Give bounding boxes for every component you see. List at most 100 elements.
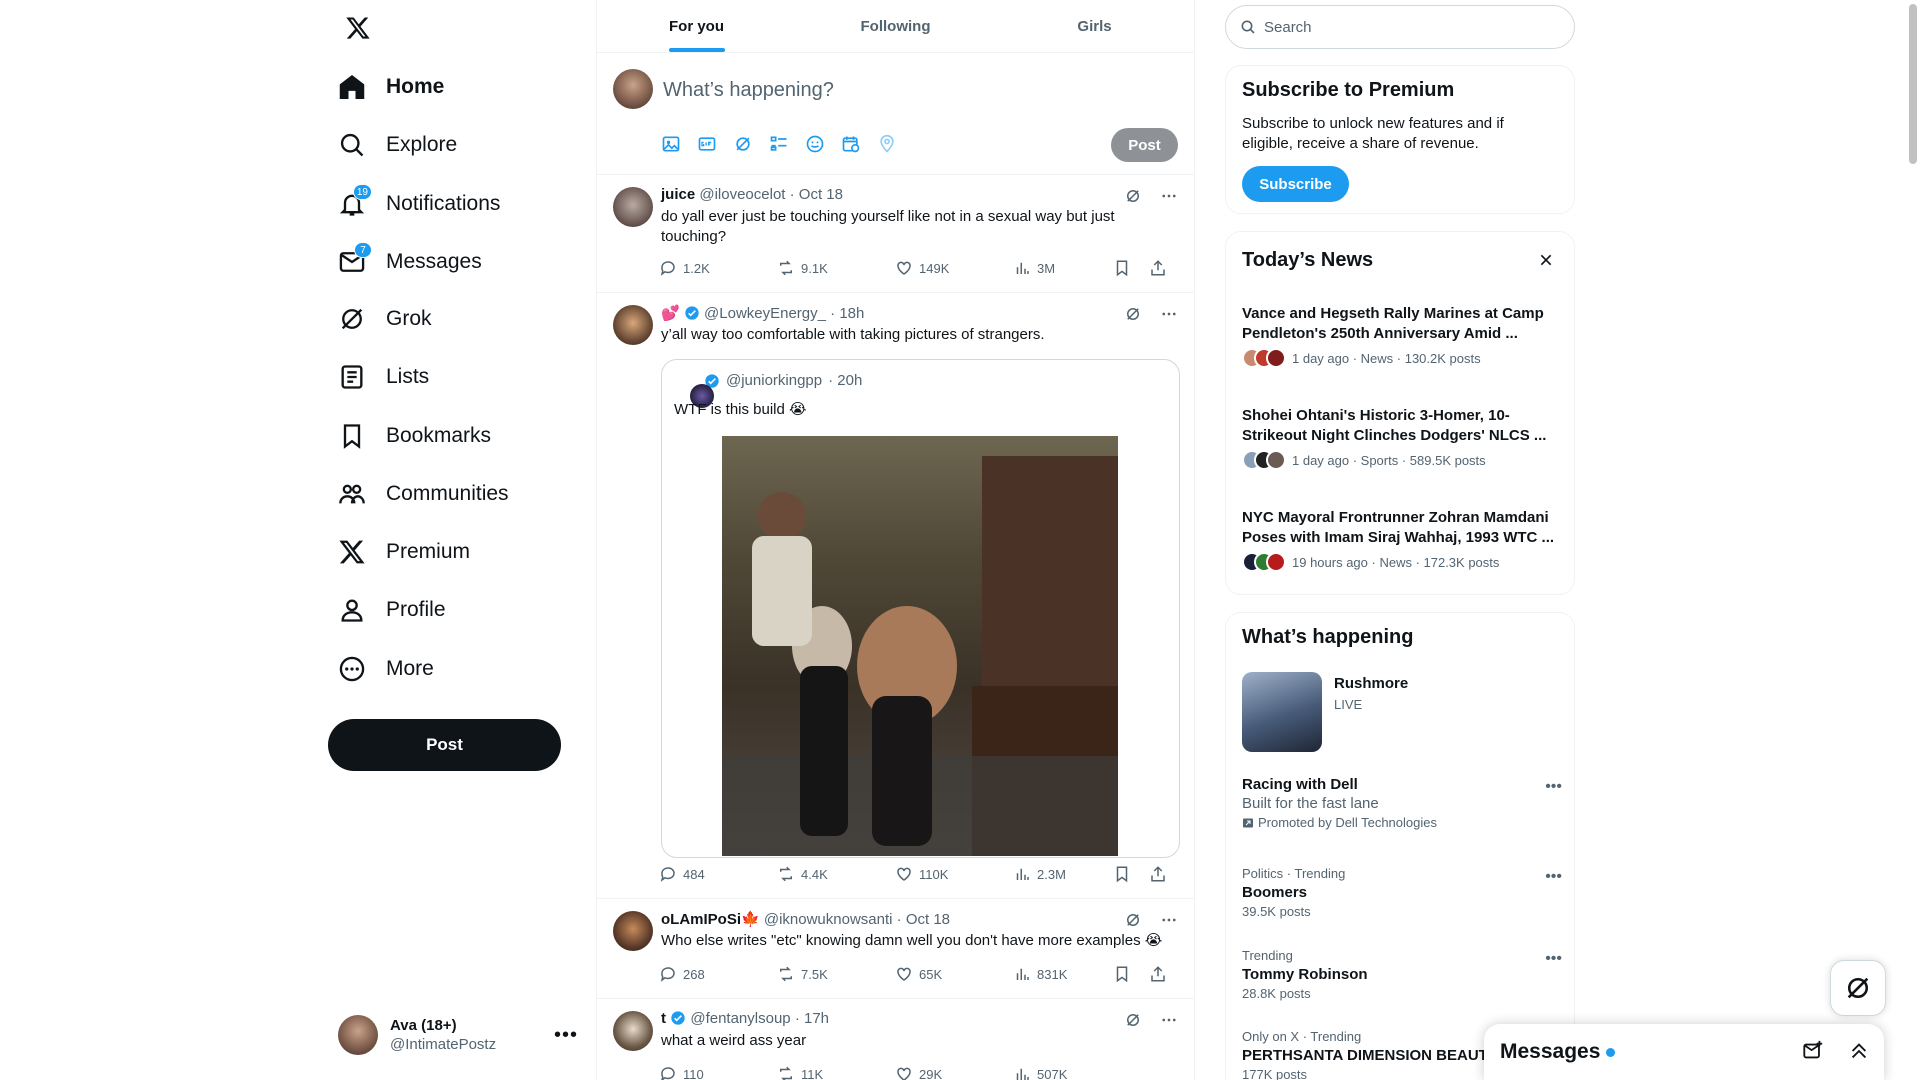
promo-text: Built for the fast lane <box>1242 795 1379 812</box>
messages-drawer[interactable]: Messages <box>1484 1024 1884 1080</box>
new-message-icon[interactable] <box>1802 1040 1824 1062</box>
tweet-time[interactable]: · 17h <box>795 1010 829 1027</box>
scrollbar-thumb[interactable] <box>1909 4 1917 164</box>
account-switcher[interactable]: Ava (18+) @IntimatePostz ••• <box>338 1012 578 1058</box>
repost-button[interactable]: 11K <box>777 1065 895 1080</box>
chevron-up-icon[interactable] <box>1848 1040 1870 1062</box>
more-dots-icon[interactable] <box>1160 1011 1178 1029</box>
bookmark-icon[interactable] <box>1113 865 1131 883</box>
more-dots-icon[interactable] <box>1160 187 1178 205</box>
avatar[interactable] <box>613 187 653 227</box>
quoted-tweet[interactable]: @juniorkingpp · 20h WTF is this build 😭 <box>661 359 1180 858</box>
views-button[interactable]: 507K <box>1013 1065 1131 1080</box>
poll-icon[interactable] <box>769 134 789 154</box>
tab-for-you[interactable]: For you <box>597 0 796 52</box>
tweet[interactable]: 💕 @LowkeyEnergy_ · 18h y’all way too com… <box>597 293 1194 899</box>
tweet-author-handle[interactable]: @LowkeyEnergy_ <box>704 305 826 322</box>
compose-post-button[interactable]: Post <box>1111 128 1178 162</box>
emoji-icon[interactable] <box>805 134 825 154</box>
tweet[interactable]: juice @iloveocelot · Oct 18 do yall ever… <box>597 175 1194 293</box>
avatar[interactable] <box>613 1011 653 1051</box>
post-button[interactable]: Post <box>328 719 561 771</box>
live-thumbnail[interactable] <box>1242 672 1322 752</box>
tweet-author-handle[interactable]: @fentanylsoup <box>690 1010 790 1027</box>
nav-grok[interactable]: Grok <box>338 294 432 344</box>
share-icon[interactable] <box>1149 259 1167 277</box>
nav-profile[interactable]: Profile <box>338 585 446 635</box>
share-icon[interactable] <box>1149 965 1167 983</box>
avatar[interactable] <box>613 911 653 951</box>
tab-following[interactable]: Following <box>796 0 995 52</box>
repost-button[interactable]: 7.5K <box>777 965 895 983</box>
grok-icon[interactable] <box>733 134 753 154</box>
tweet-author-handle[interactable]: @iloveocelot <box>699 186 785 203</box>
repost-button[interactable]: 4.4K <box>777 865 895 883</box>
nav-notifications[interactable]: 19 Notifications <box>338 179 500 229</box>
tab-girls[interactable]: Girls <box>995 0 1194 52</box>
trend-item[interactable]: Politics · Trending Boomers 39.5K posts … <box>1242 866 1562 919</box>
close-icon[interactable] <box>1538 252 1554 268</box>
more-dots-icon[interactable]: ••• <box>554 1024 578 1047</box>
nav-explore[interactable]: Explore <box>338 120 457 170</box>
search-input[interactable]: Search <box>1225 5 1575 49</box>
page-scrollbar[interactable] <box>1906 0 1920 1080</box>
bookmark-icon[interactable] <box>1113 259 1131 277</box>
reply-button[interactable]: 268 <box>659 965 777 983</box>
grok-icon[interactable] <box>1124 1011 1142 1029</box>
tweet-author-name[interactable]: 💕 <box>661 305 680 322</box>
more-dots-icon[interactable]: ••• <box>1545 778 1562 796</box>
more-dots-icon[interactable] <box>1160 911 1178 929</box>
grok-icon[interactable] <box>1124 911 1142 929</box>
news-item[interactable]: Shohei Ohtani's Historic 3-Homer, 10-Str… <box>1242 406 1562 470</box>
avatar[interactable] <box>613 305 653 345</box>
timeline: For you Following Girls What’s happening… <box>596 0 1195 1080</box>
tweet-time[interactable]: · Oct 18 <box>790 186 843 203</box>
like-button[interactable]: 110K <box>895 865 1013 883</box>
share-icon[interactable] <box>1149 865 1167 883</box>
schedule-icon[interactable] <box>841 134 861 154</box>
grok-icon[interactable] <box>1124 187 1142 205</box>
promoted-trend[interactable]: Racing with Dell Built for the fast lane… <box>1242 776 1562 830</box>
gif-icon[interactable] <box>697 134 717 154</box>
nav-messages[interactable]: 7 Messages <box>338 237 482 287</box>
reply-button[interactable]: 484 <box>659 865 777 883</box>
nav-notifications-label: Notifications <box>386 192 501 215</box>
nav-bookmarks[interactable]: Bookmarks <box>338 411 491 461</box>
like-button[interactable]: 29K <box>895 1065 1013 1080</box>
subscribe-button[interactable]: Subscribe <box>1242 166 1349 202</box>
tweet[interactable]: oLAmIPoSi🍁 @iknowuknowsanti · Oct 18 Who… <box>597 899 1194 999</box>
location-icon[interactable] <box>877 134 897 154</box>
x-logo-icon[interactable] <box>340 12 376 44</box>
image-icon[interactable] <box>661 134 681 154</box>
bookmark-icon[interactable] <box>1113 965 1131 983</box>
tweet-author-name[interactable]: oLAmIPoSi🍁 <box>661 911 760 928</box>
tweet-author-name[interactable]: juice <box>661 186 695 203</box>
tweet-time[interactable]: · Oct 18 <box>897 911 950 928</box>
like-button[interactable]: 65K <box>895 965 1013 983</box>
tweet-photo[interactable] <box>722 436 1118 856</box>
nav-communities[interactable]: Communities <box>338 469 509 519</box>
nav-premium[interactable]: Premium <box>338 527 470 577</box>
nav-home[interactable]: Home <box>338 62 444 112</box>
nav-lists[interactable]: Lists <box>338 352 429 402</box>
news-item[interactable]: NYC Mayoral Frontrunner Zohran Mamdani P… <box>1242 508 1562 572</box>
more-dots-icon[interactable]: ••• <box>1545 868 1562 886</box>
tweet-time[interactable]: · 18h <box>830 305 864 322</box>
grok-icon[interactable] <box>1124 305 1142 323</box>
tweet[interactable]: t @fentanylsoup · 17h what a weird ass y… <box>597 999 1194 1080</box>
grok-floating-button[interactable] <box>1830 960 1886 1016</box>
more-dots-icon[interactable] <box>1160 305 1178 323</box>
tweet-author-handle[interactable]: @iknowuknowsanti <box>764 911 893 928</box>
reply-button[interactable]: 1.2K <box>659 259 777 277</box>
live-title[interactable]: Rushmore <box>1334 675 1408 692</box>
reply-button[interactable]: 110 <box>659 1065 777 1080</box>
tweet-author-name[interactable]: t <box>661 1010 666 1027</box>
trend-item[interactable]: Trending Tommy Robinson 28.8K posts ••• <box>1242 948 1562 1001</box>
more-dots-icon[interactable]: ••• <box>1545 950 1562 968</box>
news-meta: 19 hours ago · News · 172.3K posts <box>1292 554 1500 570</box>
news-item[interactable]: Vance and Hegseth Rally Marines at Camp … <box>1242 304 1562 368</box>
repost-button[interactable]: 9.1K <box>777 259 895 277</box>
compose-input[interactable]: What’s happening? <box>663 79 834 102</box>
nav-more[interactable]: More <box>338 644 434 694</box>
like-button[interactable]: 149K <box>895 259 1013 277</box>
